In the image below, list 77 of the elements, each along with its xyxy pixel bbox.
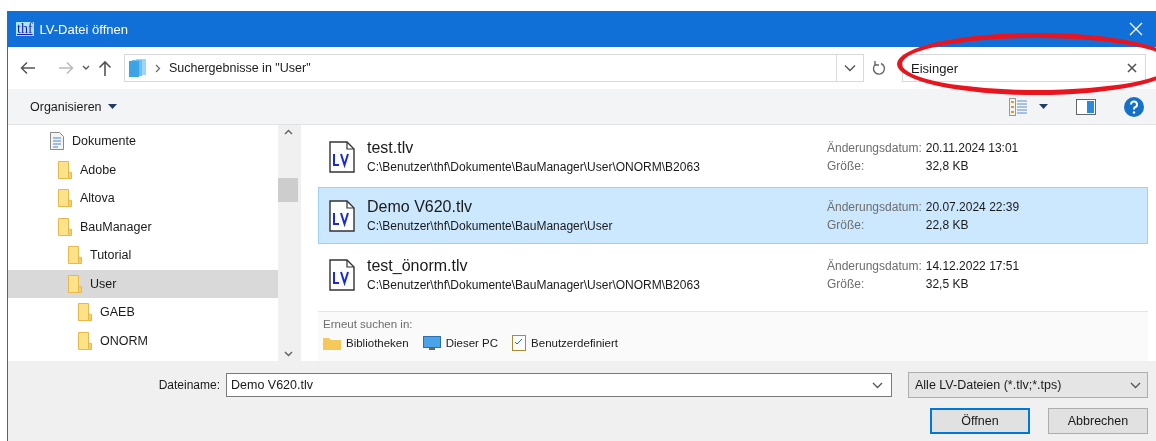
- file-size: 22,8 KB: [925, 217, 970, 232]
- caret-icon[interactable]: [1039, 104, 1048, 109]
- folder-icon: [323, 336, 341, 350]
- file-size: 32,8 KB: [925, 158, 970, 173]
- document-icon: [50, 132, 64, 151]
- folder-icon: [78, 303, 92, 322]
- search-location-link[interactable]: Benutzerdefiniert: [512, 335, 618, 351]
- size-label: Größe:: [827, 276, 866, 291]
- scroll-down-icon[interactable]: [283, 351, 293, 357]
- file-size: 32,5 KB: [925, 276, 970, 291]
- tree-item[interactable]: Dokumente: [8, 127, 278, 156]
- file-path: C:\Benutzer\thf\Dokumente\BauManager\User\ONORM\B2063: [367, 160, 701, 174]
- filename-field[interactable]: Demo V620.tlv: [226, 373, 892, 397]
- organize-menu[interactable]: Organisieren: [30, 99, 117, 114]
- lv-file-icon: [329, 258, 355, 291]
- folder-icon: [58, 160, 72, 179]
- dropdown-icon[interactable]: [872, 381, 883, 389]
- search-result[interactable]: Demo V620.tlv C:\Benutzer\thf\Dokumente\BauManager\User Änderungsdatum: 20.07.2024 22:39 Größe: 22,8 KB: [318, 187, 1148, 244]
- search-field[interactable]: Eisinger: [902, 54, 1146, 82]
- modified-date: 14.12.2022 17:51: [925, 258, 1020, 273]
- tree-item[interactable]: Tutorial: [8, 241, 278, 270]
- file-name: Demo V620.tlv: [367, 198, 473, 216]
- library-icon: [129, 58, 147, 78]
- clear-icon[interactable]: [1127, 63, 1137, 73]
- tree-item[interactable]: Adobe: [8, 155, 278, 184]
- tree-item[interactable]: ONORM: [8, 326, 278, 355]
- tree-item[interactable]: Altova: [8, 184, 278, 213]
- refresh-button[interactable]: [872, 60, 886, 76]
- tree-item[interactable]: BauManager: [8, 212, 278, 241]
- folder-icon: [58, 189, 72, 208]
- file-path: C:\Benutzer\thf\Dokumente\BauManager\User: [367, 219, 614, 233]
- size-label: Größe:: [827, 217, 866, 232]
- file-type-dropdown[interactable]: Alle LV-Dateien (*.tlv;*.tps): [908, 372, 1148, 398]
- window-title: LV-Datei öffnen: [39, 21, 129, 37]
- view-options-icon[interactable]: [1009, 97, 1027, 116]
- lv-file-icon: [329, 140, 355, 173]
- file-name: test_önorm.tlv: [367, 257, 469, 275]
- preview-pane-icon[interactable]: [1076, 98, 1096, 115]
- date-label: Änderungsdatum:: [827, 258, 922, 273]
- folder-icon: [68, 246, 82, 265]
- file-path: C:\Benutzer\thf\Dokumente\BauManager\User\ONORM\B2063: [367, 278, 701, 292]
- search-result[interactable]: test_önorm.tlv C:\Benutzer\thf\Dokumente\BauManager\User\ONORM\B2063 Änderungsdatum: 14.12.2022 17:51 Größe: 32,5 KB: [318, 246, 1148, 303]
- modified-date: 20.11.2024 13:01: [925, 140, 1019, 155]
- scroll-up-icon[interactable]: [283, 129, 293, 135]
- search-result[interactable]: test.tlv C:\Benutzer\thf\Dokumente\BauManager\User\ONORM\B2063 Änderungsdatum: 20.11.2024 13:01 Größe: 32,8 KB: [318, 128, 1148, 185]
- folder-icon: [68, 274, 82, 293]
- modified-date: 20.07.2024 22:39: [925, 199, 1020, 214]
- search-again-label: Erneut suchen in:: [323, 318, 413, 330]
- size-label: Größe:: [827, 158, 866, 173]
- up-button[interactable]: [98, 60, 112, 76]
- caret-icon: [107, 104, 117, 109]
- folder-icon: [78, 331, 92, 350]
- date-label: Änderungsdatum:: [827, 199, 922, 214]
- recent-locations-button[interactable]: [82, 65, 90, 71]
- chevron-icon: [155, 63, 161, 73]
- filename-label: Dateiname:: [158, 378, 220, 392]
- file-name: test.tlv: [367, 139, 415, 157]
- search-location-link[interactable]: Dieser PC: [422, 335, 499, 351]
- tree-item[interactable]: GAEB: [8, 298, 278, 327]
- address-bar[interactable]: Suchergebnisse in "User": [124, 54, 864, 82]
- monitor-icon: [422, 336, 441, 350]
- dropdown-icon: [1130, 381, 1141, 389]
- dropdown-icon[interactable]: [844, 64, 856, 72]
- open-button[interactable]: Öffnen: [930, 408, 1030, 434]
- lv-file-icon: [329, 199, 355, 232]
- close-icon: [1129, 22, 1143, 36]
- checklist-icon: [512, 335, 527, 351]
- back-button[interactable]: [20, 61, 36, 75]
- tree-item[interactable]: User: [8, 269, 278, 298]
- help-icon[interactable]: [1124, 96, 1144, 117]
- cancel-button[interactable]: Abbrechen: [1048, 408, 1148, 434]
- app-logo: thf: [16, 22, 34, 36]
- search-location-link[interactable]: Bibliotheken: [323, 335, 409, 351]
- scrollbar-thumb[interactable]: [278, 178, 298, 202]
- folder-icon: [58, 217, 72, 236]
- scrollbar[interactable]: [278, 125, 298, 361]
- date-label: Änderungsdatum:: [827, 140, 922, 155]
